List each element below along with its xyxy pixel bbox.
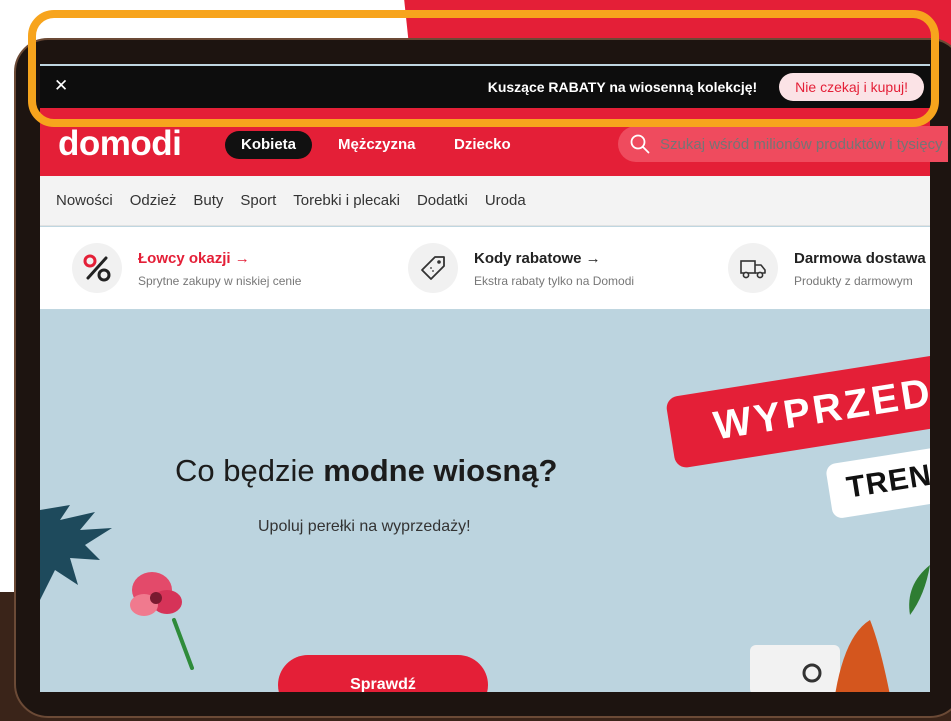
hero-heading: Co będzie modne wiosną? [175, 453, 557, 489]
category-nowosci[interactable]: Nowości [56, 192, 113, 209]
feature-title: Kody rabatowe → [474, 250, 601, 267]
nav-dziecko[interactable]: Dziecko [438, 131, 527, 159]
category-buty[interactable]: Buty [193, 192, 223, 209]
feature-darmowa-dostawa[interactable]: Darmowa dostawa Produkty z darmowym [728, 241, 930, 297]
feature-title: Łowcy okazji → [138, 250, 250, 267]
category-torebki[interactable]: Torebki i plecaki [293, 192, 400, 209]
leaf-illustration [909, 565, 930, 615]
search-box[interactable] [618, 126, 948, 162]
promo-bar: ✕ Kuszące RABATY na wiosenną kolekcję! N… [40, 66, 930, 108]
close-icon[interactable]: ✕ [54, 76, 68, 96]
category-uroda[interactable]: Uroda [485, 192, 526, 209]
percent-icon [72, 243, 122, 293]
feature-subtitle: Sprytne zakupy w niskiej cenie [138, 274, 302, 288]
sale-text: WYPRZED [710, 370, 930, 449]
search-icon [630, 134, 650, 154]
category-odziez[interactable]: Odzież [130, 192, 177, 209]
category-nav: Nowości Odzież Buty Sport Torebki i plec… [40, 176, 930, 226]
tag-icon [408, 243, 458, 293]
flower-illustration [130, 572, 194, 670]
feature-lowcy-okazji[interactable]: Łowcy okazji → Sprytne zakupy w niskiej … [72, 241, 372, 297]
hand-illustration [40, 505, 112, 600]
hero-subheading: Upoluj perełki na wyprzedaży! [258, 518, 471, 535]
promo-cta-button[interactable]: Nie czekaj i kupuj! [779, 73, 924, 101]
site-header: domodi Kobieta Mężczyzna Dziecko [40, 108, 948, 176]
hero-banner: Co będzie modne wiosną? Upoluj perełki n… [40, 310, 930, 692]
features-strip: Łowcy okazji → Sprytne zakupy w niskiej … [40, 227, 930, 309]
category-dodatki[interactable]: Dodatki [417, 192, 468, 209]
shoes-illustration [750, 620, 890, 692]
sprawdz-button[interactable]: Sprawdź [278, 655, 488, 692]
feature-kody-rabatowe[interactable]: Kody rabatowe → Ekstra rabaty tylko na D… [408, 241, 688, 297]
trend-text: TREN [844, 458, 930, 505]
feature-subtitle: Ekstra rabaty tylko na Domodi [474, 274, 635, 288]
sale-banner: WYPRZED [665, 351, 930, 470]
nav-mezczyzna[interactable]: Mężczyzna [322, 131, 432, 159]
promo-text: Kuszące RABATY na wiosenną kolekcję! [487, 79, 758, 95]
truck-icon [728, 243, 778, 293]
feature-subtitle: Produkty z darmowym [794, 274, 913, 288]
domodi-logo[interactable]: domodi [58, 124, 182, 164]
trend-banner: TREN [825, 443, 930, 520]
feature-title: Darmowa dostawa [794, 250, 926, 267]
search-input[interactable] [660, 135, 948, 153]
hero-heading-bold: modne wiosną? [323, 453, 558, 488]
nav-kobieta[interactable]: Kobieta [225, 131, 313, 159]
hero-heading-regular: Co będzie [175, 453, 324, 488]
category-sport[interactable]: Sport [240, 192, 276, 209]
